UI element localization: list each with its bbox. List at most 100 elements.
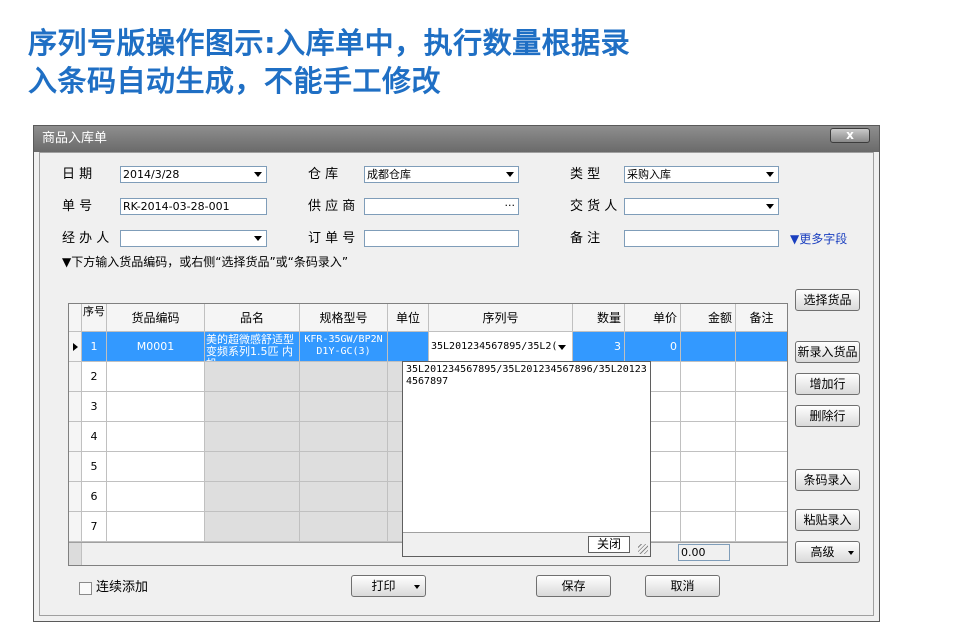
row-indicator[interactable] [69,392,82,422]
col-header-remark[interactable]: 备注 [736,304,787,332]
cell-remark-1[interactable] [736,332,787,362]
grid-cell[interactable] [205,392,300,422]
print-button[interactable]: 打印 [351,575,426,597]
col-header-name[interactable]: 品名 [205,304,300,332]
grid-cell[interactable] [300,452,388,482]
chevron-down-icon[interactable] [766,204,774,209]
col-header-price[interactable]: 单价 [625,304,681,332]
window-titlebar[interactable]: 商品入库单 x [34,126,879,152]
chevron-down-icon[interactable] [506,172,514,177]
grid-cell[interactable] [736,512,787,542]
chevron-down-icon[interactable] [254,172,262,177]
warehouse-select[interactable]: 成都仓库 [364,166,519,183]
select-goods-button[interactable]: 选择货品 [795,289,860,311]
row-index-4[interactable]: 4 [82,422,107,452]
order-field[interactable] [364,230,519,247]
grid-cell[interactable] [736,482,787,512]
cell-unit-1[interactable] [388,332,429,362]
grid-cell[interactable] [736,452,787,482]
grid-cell[interactable] [681,392,736,422]
new-goods-button[interactable]: 新录入货品 [795,341,860,363]
ellipsis-icon[interactable]: ··· [505,199,516,212]
row-indicator[interactable] [69,332,82,362]
print-label: 打印 [371,579,396,593]
handler-select[interactable] [120,230,267,247]
row-index-7[interactable]: 7 [82,512,107,542]
grid-cell[interactable] [736,422,787,452]
serial-popup: 35L201234567895/35L201234567896/35L20123… [402,361,651,557]
cell-qty-1[interactable]: 3 [573,332,625,362]
grid-cell[interactable] [681,362,736,392]
grid-cell[interactable] [205,512,300,542]
row-index-5[interactable]: 5 [82,452,107,482]
paste-entry-button[interactable]: 粘贴录入 [795,509,860,531]
grid-cell[interactable] [205,452,300,482]
chevron-down-icon[interactable] [766,172,774,177]
grid-cell[interactable] [107,422,205,452]
cancel-button[interactable]: 取消 [645,575,720,597]
grid-cell[interactable] [681,452,736,482]
serial-dropdown[interactable]: 35L201234567895/35L2( [429,332,573,362]
close-button[interactable]: x [830,128,870,143]
row-indicator[interactable] [69,422,82,452]
row-index-6[interactable]: 6 [82,482,107,512]
continuous-add-checkbox[interactable] [79,582,92,595]
cell-code-1[interactable]: M0001 [107,332,205,362]
save-button[interactable]: 保存 [536,575,611,597]
grid-cell[interactable] [205,422,300,452]
grid-cell[interactable] [736,362,787,392]
more-fields-link[interactable]: ▼更多字段 [790,231,847,247]
col-header-qty[interactable]: 数量 [573,304,625,332]
grid-cell[interactable] [107,362,205,392]
row-indicator[interactable] [69,482,82,512]
grid-cell[interactable] [300,512,388,542]
col-header-code[interactable]: 货品编码 [107,304,205,332]
row-indicator[interactable] [69,452,82,482]
grid-cell[interactable] [300,392,388,422]
delete-row-button[interactable]: 删除行 [795,405,860,427]
grid-cell[interactable] [736,392,787,422]
grid-cell[interactable] [300,362,388,392]
grid-cell[interactable] [300,422,388,452]
grid-cell[interactable] [300,482,388,512]
grid-cell[interactable] [107,392,205,422]
grid-cell[interactable] [681,422,736,452]
remark-field[interactable] [624,230,779,247]
grid-cell[interactable] [107,512,205,542]
grid-cell[interactable] [681,512,736,542]
popup-close-button[interactable]: 关闭 [588,536,630,553]
supplier-field[interactable]: ··· [364,198,519,215]
col-header-amount[interactable]: 金额 [681,304,736,332]
grid-cell[interactable] [205,482,300,512]
serial-popup-text[interactable]: 35L201234567895/35L201234567896/35L20123… [406,364,650,388]
row-index-3[interactable]: 3 [82,392,107,422]
col-header-unit[interactable]: 单位 [388,304,429,332]
row-index-1[interactable]: 1 [82,332,107,362]
advanced-button[interactable]: 高级 [795,541,860,563]
resize-grip-icon[interactable] [638,544,648,554]
serial-value: 35L201234567895/35L2( [431,341,558,352]
chevron-down-icon[interactable] [254,236,262,241]
grid-cell[interactable] [681,482,736,512]
row-indicator[interactable] [69,362,82,392]
grid-cell[interactable] [107,482,205,512]
deliverer-select[interactable] [624,198,779,215]
cell-amount-1[interactable] [681,332,736,362]
date-field[interactable]: 2014/3/28 [120,166,267,183]
add-row-button[interactable]: 增加行 [795,373,860,395]
grid-cell[interactable] [205,362,300,392]
barcode-entry-button[interactable]: 条码录入 [795,469,860,491]
grid-cell[interactable] [107,452,205,482]
number-field[interactable]: RK-2014-03-28-001 [120,198,267,215]
col-header-serial[interactable]: 序列号 [429,304,573,332]
col-header-spec[interactable]: 规格型号 [300,304,388,332]
type-select[interactable]: 采购入库 [624,166,779,183]
chevron-down-icon[interactable] [558,345,566,350]
cell-spec-1[interactable]: KFR-35GW/BP2N D1Y-GC(3) [300,332,388,362]
col-header-index[interactable]: 序号 [82,304,107,332]
cell-name-1[interactable]: 美的超微感舒适型变频系列1.5匹 内机 [205,332,300,362]
form-area: 日 期 2014/3/28 仓 库 成都仓库 类 型 采购入库 单 号 RK-2… [39,152,874,616]
cell-price-1[interactable]: 0 [625,332,681,362]
row-index-2[interactable]: 2 [82,362,107,392]
row-indicator[interactable] [69,512,82,542]
